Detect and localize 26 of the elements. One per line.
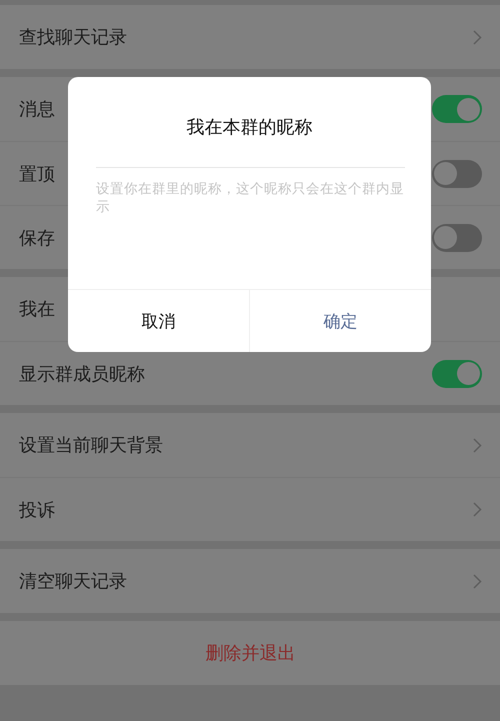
row-label: 保存 [19,226,55,250]
chevron-right-icon [473,438,482,452]
settings-row[interactable]: 投诉 [0,477,500,541]
dialog-title: 我在本群的昵称 [186,116,314,139]
row-label: 显示群成员昵称 [19,362,145,386]
chevron-right-icon [473,30,482,44]
row-label: 投诉 [19,498,55,522]
confirm-button[interactable]: 确定 [249,290,431,352]
toggle-switch[interactable] [432,360,482,388]
cancel-button[interactable]: 取消 [68,290,249,352]
chevron-right-icon [473,574,482,588]
settings-row[interactable]: 查找聊天记录 [0,5,500,69]
delete-exit-link[interactable]: 删除并退出 [206,641,296,665]
toggle-switch[interactable] [432,160,482,188]
toggle-switch[interactable] [432,224,482,252]
row-label: 消息 [19,98,55,121]
toggle-switch[interactable] [432,95,482,123]
chevron-right-icon [473,502,482,517]
row-label: 设置当前聊天背景 [19,434,163,457]
row-label: 清空聊天记录 [19,570,127,593]
nickname-input[interactable]: 设置你在群里的昵称，这个昵称只会在这个群内显示 [96,167,405,260]
row-label: 置顶 [19,162,55,186]
row-label: 查找聊天记录 [19,26,127,49]
row-label: 我在 [19,298,55,321]
settings-row[interactable]: 设置当前聊天背景 [0,413,500,477]
settings-row[interactable]: 清空聊天记录 [0,549,500,613]
